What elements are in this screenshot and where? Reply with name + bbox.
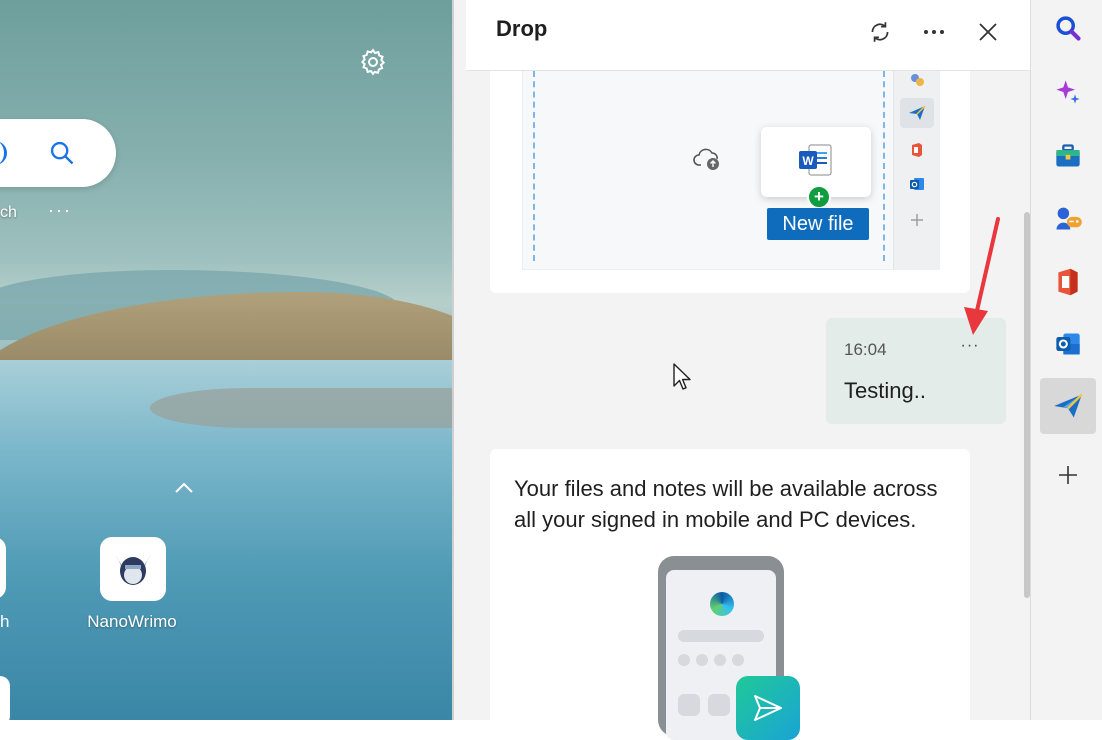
quick-link-tile-partial[interactable] <box>0 676 10 720</box>
pane-title: Drop <box>496 16 548 41</box>
placeholder-tile <box>678 694 700 716</box>
mini-drop-icon <box>900 98 934 128</box>
svg-text:W: W <box>802 154 814 168</box>
send-icon <box>754 695 782 721</box>
placeholder-dot <box>714 654 726 666</box>
drop-zone-border <box>533 71 535 261</box>
close-icon <box>979 23 997 41</box>
add-icon <box>1059 466 1077 484</box>
placeholder-dot <box>732 654 744 666</box>
sidebar-games-button[interactable] <box>1040 190 1096 246</box>
sync-info-card: Your files and notes will be available a… <box>490 449 970 740</box>
sync-icon <box>871 22 889 42</box>
copilot-icon <box>1056 80 1080 104</box>
mini-office-icon <box>900 135 934 165</box>
new-file-label: New file <box>767 208 869 240</box>
edge-logo-icon <box>710 592 734 616</box>
search-icon <box>50 141 74 165</box>
sidebar-outlook-button[interactable] <box>1040 316 1096 372</box>
placeholder-bar <box>678 630 764 642</box>
mini-sidebar-preview <box>893 71 940 269</box>
drop-header: Drop <box>466 0 1030 71</box>
drop-zone-border <box>883 71 885 261</box>
quick-links-more-button[interactable]: ··· <box>48 200 72 221</box>
sidebar-search-button[interactable] <box>1040 0 1096 56</box>
message-timestamp: 16:04 <box>844 340 887 359</box>
sand-spit <box>150 388 452 428</box>
drop-pane: W + New file 16:04 ··· Testing.. Your fi… <box>454 0 1030 740</box>
more-icon <box>924 30 944 34</box>
office-icon <box>1058 268 1078 296</box>
quick-link-label-partial: h <box>0 612 10 631</box>
cloud-upload-icon <box>693 148 719 170</box>
quick-link-tile-nanowrimo[interactable] <box>100 537 166 601</box>
sidebar-tools-button[interactable] <box>1040 128 1096 184</box>
search-submit-button[interactable] <box>46 137 78 169</box>
nanowrimo-logo-icon <box>115 555 151 585</box>
web-search-box[interactable] <box>0 119 116 187</box>
placeholder-dot <box>696 654 708 666</box>
tools-icon <box>1056 144 1080 167</box>
drop-upload-preview-card: W + New file <box>490 71 970 293</box>
more-options-button[interactable] <box>916 14 952 50</box>
mini-outlook-icon <box>900 169 934 199</box>
sidebar-drop-button[interactable] <box>1040 378 1096 434</box>
sync-button[interactable] <box>862 14 898 50</box>
quick-link-label: NanoWrimo <box>87 612 177 631</box>
quick-link-tile-partial[interactable] <box>0 537 6 599</box>
add-file-badge: + <box>807 185 831 209</box>
gear-icon <box>360 48 386 76</box>
drop-icon <box>1054 393 1083 418</box>
search-icon <box>1056 16 1081 41</box>
word-file-icon: W <box>799 144 832 176</box>
search-label-partial: ch <box>0 204 17 221</box>
browser-sidebar <box>1030 0 1102 720</box>
sync-info-text: Your files and notes will be available a… <box>514 476 938 532</box>
page-settings-button[interactable] <box>356 45 390 79</box>
collapse-button[interactable] <box>172 478 196 498</box>
new-tab-background: ch ··· h NanoWrimo <box>0 0 452 720</box>
mini-add-icon <box>900 205 934 235</box>
games-icon <box>1056 207 1082 230</box>
close-pane-button[interactable] <box>970 14 1006 50</box>
outlook-icon <box>1056 333 1080 355</box>
chevron-up-icon <box>175 482 193 493</box>
message-text: Testing.. <box>844 378 926 403</box>
sidebar-copilot-button[interactable] <box>1040 64 1096 120</box>
dragged-file-card: W + <box>761 127 871 209</box>
sidebar-add-button[interactable] <box>1040 447 1096 503</box>
sidebar-office-button[interactable] <box>1040 254 1096 310</box>
partial-voice-icon <box>0 141 7 165</box>
mouse-cursor-icon <box>673 363 691 390</box>
annotation-arrow-icon <box>964 217 1000 335</box>
placeholder-dot <box>678 654 690 666</box>
drop-send-tile <box>736 676 800 740</box>
upload-preview: W + New file <box>522 71 940 270</box>
placeholder-tile <box>708 694 730 716</box>
